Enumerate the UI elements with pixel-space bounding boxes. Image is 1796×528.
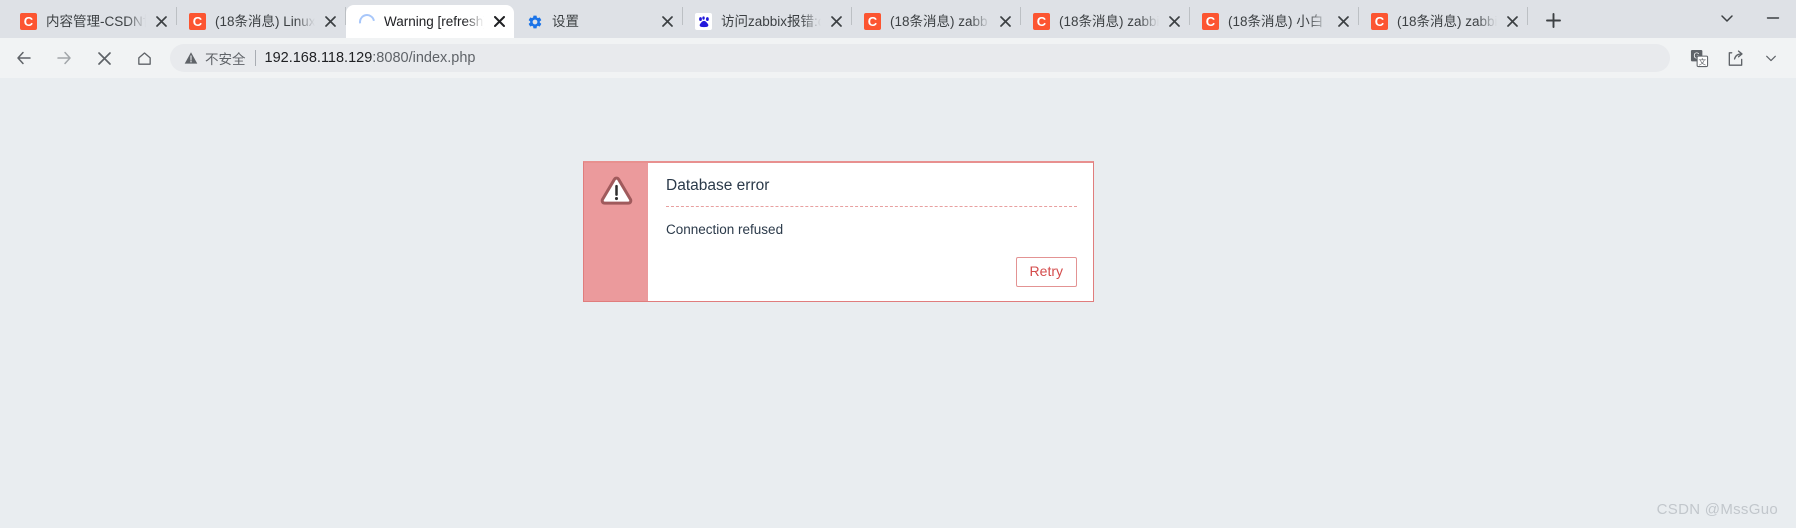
close-icon[interactable] <box>1501 11 1523 33</box>
tab-separator <box>1527 6 1528 25</box>
tab-search-button[interactable] <box>1704 1 1750 35</box>
translate-icon[interactable]: G 文 <box>1684 43 1714 73</box>
message-divider <box>666 206 1077 207</box>
tab-title: (18条消息) zabbi <box>1397 13 1497 29</box>
minimize-button[interactable] <box>1750 1 1796 35</box>
tab-title: 设置 <box>552 13 579 29</box>
window-controls <box>1704 0 1796 36</box>
omnibox-divider <box>254 50 256 66</box>
csdn-favicon: C <box>189 13 206 30</box>
chevron-down-icon[interactable] <box>1756 43 1786 73</box>
url-path: :8080/index.php <box>372 50 476 66</box>
stop-loading-button[interactable] <box>87 41 121 75</box>
browser-tab[interactable]: C (18条消息) zabbi <box>1021 5 1189 38</box>
browser-toolbar: 不安全 192.168.118.129:8080/index.php G 文 <box>0 38 1796 78</box>
browser-tab-active[interactable]: Warning [refresh] <box>346 5 514 38</box>
browser-tab[interactable]: C (18条消息) 小白 z <box>1190 5 1358 38</box>
browser-window: C 内容管理-CSDN博客 C (18条消息) Linux <box>0 0 1796 528</box>
home-button[interactable] <box>127 41 161 75</box>
csdn-favicon: C <box>1371 13 1388 30</box>
back-button[interactable] <box>7 41 41 75</box>
url-text: 192.168.118.129:8080/index.php <box>265 50 1657 66</box>
svg-text:文: 文 <box>1698 56 1706 66</box>
csdn-favicon: C <box>1202 13 1219 30</box>
tab-strip: C 内容管理-CSDN博客 C (18条消息) Linux <box>0 0 1796 38</box>
toolbar-icon-group: G 文 <box>1678 43 1786 73</box>
browser-tab[interactable]: C (18条消息) zabb <box>852 5 1020 38</box>
share-icon[interactable] <box>1720 43 1750 73</box>
tab-list: C 内容管理-CSDN博客 C (18条消息) Linux <box>8 0 1570 38</box>
address-bar[interactable]: 不安全 192.168.118.129:8080/index.php <box>170 44 1670 72</box>
settings-gear-favicon <box>526 13 543 30</box>
error-title: Database error <box>666 177 770 194</box>
browser-tab[interactable]: C 内容管理-CSDN博客 <box>8 5 176 38</box>
tab-title: Warning [refresh] <box>384 13 484 29</box>
close-icon[interactable] <box>150 11 172 33</box>
close-icon[interactable] <box>1332 11 1354 33</box>
browser-tab[interactable]: 设置 <box>514 5 682 38</box>
baidu-favicon <box>695 13 712 30</box>
security-status-label: 不安全 <box>205 52 246 67</box>
csdn-favicon: C <box>1033 13 1050 30</box>
tab-title: (18条消息) zabbi <box>1059 13 1159 29</box>
close-icon[interactable] <box>825 11 847 33</box>
message-icon-column <box>584 163 648 301</box>
close-icon[interactable] <box>488 11 510 33</box>
new-tab-button[interactable] <box>1536 3 1570 37</box>
close-icon[interactable] <box>1163 11 1185 33</box>
close-icon[interactable] <box>319 11 341 33</box>
warning-triangle-icon <box>600 175 633 211</box>
watermark-label: CSDN @MssGuo <box>1656 501 1778 518</box>
close-icon[interactable] <box>994 11 1016 33</box>
database-error-dialog: Database error Connection refused Retry <box>583 161 1094 302</box>
browser-tab[interactable]: C (18条消息) Linux <box>177 5 345 38</box>
tab-title: 访问zabbix报错:c <box>721 13 821 29</box>
not-secure-warning-icon <box>184 51 198 65</box>
page-content: Database error Connection refused Retry … <box>0 78 1796 528</box>
retry-button[interactable]: Retry <box>1015 257 1077 287</box>
close-icon[interactable] <box>656 11 678 33</box>
tab-title: (18条消息) 小白 z <box>1228 13 1328 29</box>
csdn-favicon: C <box>864 13 881 30</box>
url-host: 192.168.118.129 <box>264 50 373 66</box>
tab-title: (18条消息) zabb <box>890 13 988 29</box>
browser-tab[interactable]: C (18条消息) zabbi <box>1359 5 1527 38</box>
message-actions: Retry <box>666 257 1077 287</box>
browser-tab[interactable]: 访问zabbix报错:c <box>683 5 851 38</box>
forward-button[interactable] <box>47 41 81 75</box>
tab-title: (18条消息) Linux <box>215 13 315 29</box>
tab-title: 内容管理-CSDN博客 <box>46 13 146 29</box>
error-detail: Connection refused <box>666 222 784 237</box>
loading-spinner-icon <box>355 10 378 33</box>
csdn-favicon: C <box>20 13 37 30</box>
message-box: Database error Connection refused Retry <box>583 161 1094 302</box>
message-body: Database error Connection refused Retry <box>648 163 1093 301</box>
